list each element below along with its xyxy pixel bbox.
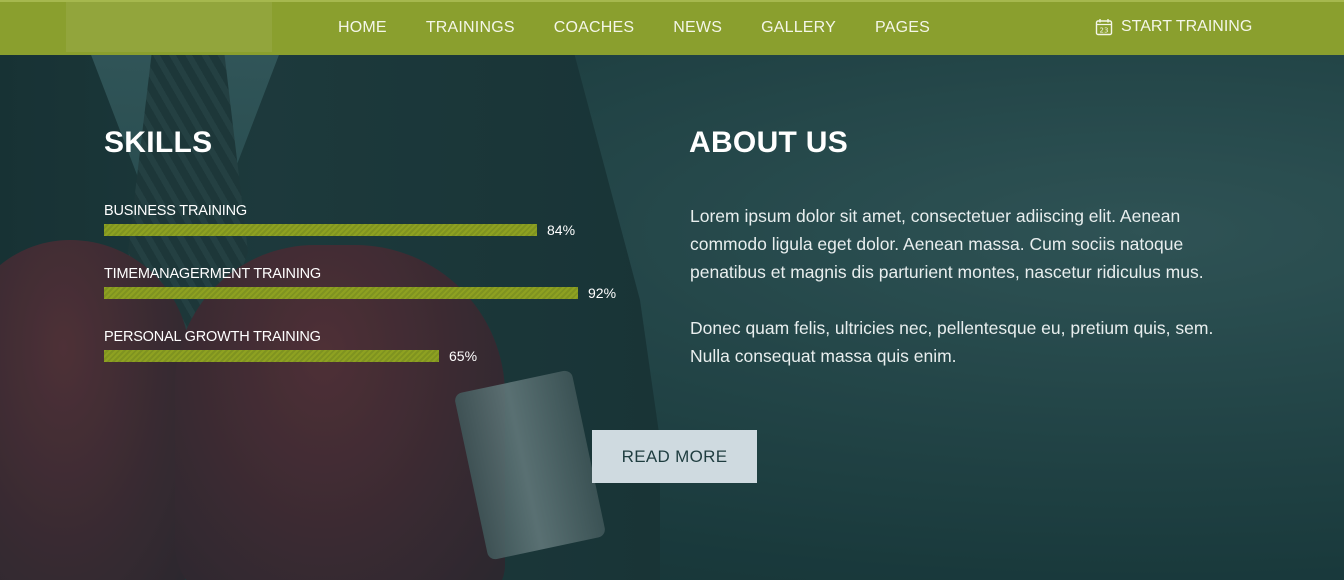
skill-item: BUSINESS TRAINING 84% (104, 202, 624, 239)
skill-percent: 65% (449, 348, 478, 364)
skill-percent: 84% (547, 222, 576, 238)
main-menu: HOME TRAININGS COACHES NEWS GALLERY PAGE… (338, 19, 969, 37)
svg-text:23: 23 (1100, 26, 1109, 34)
skill-label: TIMEMANAGERMENT TRAINING (104, 266, 322, 282)
skill-progress-bar (104, 350, 439, 362)
nav-item-home[interactable]: HOME (338, 19, 387, 37)
nav-item-news[interactable]: NEWS (673, 19, 722, 37)
start-training-link[interactable]: 23 START TRAINING (1095, 18, 1252, 36)
read-more-button[interactable]: READ MORE (592, 430, 757, 483)
calendar-icon: 23 (1095, 19, 1113, 36)
logo-area[interactable] (66, 2, 272, 52)
skills-heading: SKILLS (104, 126, 213, 159)
skill-percent: 92% (588, 285, 617, 301)
start-training-label: START TRAINING (1121, 18, 1253, 35)
skill-item: TIMEMANAGERMENT TRAINING 92% (104, 265, 624, 302)
top-navbar: HOME TRAININGS COACHES NEWS GALLERY PAGE… (0, 0, 1344, 55)
skill-label: BUSINESS TRAINING (104, 203, 247, 219)
skill-progress-bar (104, 287, 578, 299)
nav-item-pages[interactable]: PAGES (875, 19, 930, 37)
nav-item-trainings[interactable]: TRAININGS (426, 19, 515, 37)
about-paragraph: Lorem ipsum dolor sit amet, consectetuer… (690, 206, 1204, 282)
skill-label: PERSONAL GROWTH TRAINING (104, 329, 321, 345)
nav-item-gallery[interactable]: GALLERY (761, 19, 836, 37)
skill-progress-bar (104, 224, 537, 236)
about-paragraph: Donec quam felis, ultricies nec, pellent… (690, 318, 1214, 366)
skill-item: PERSONAL GROWTH TRAINING 65% (104, 328, 624, 365)
nav-item-coaches[interactable]: COACHES (554, 19, 635, 37)
about-heading: ABOUT US (689, 126, 849, 159)
